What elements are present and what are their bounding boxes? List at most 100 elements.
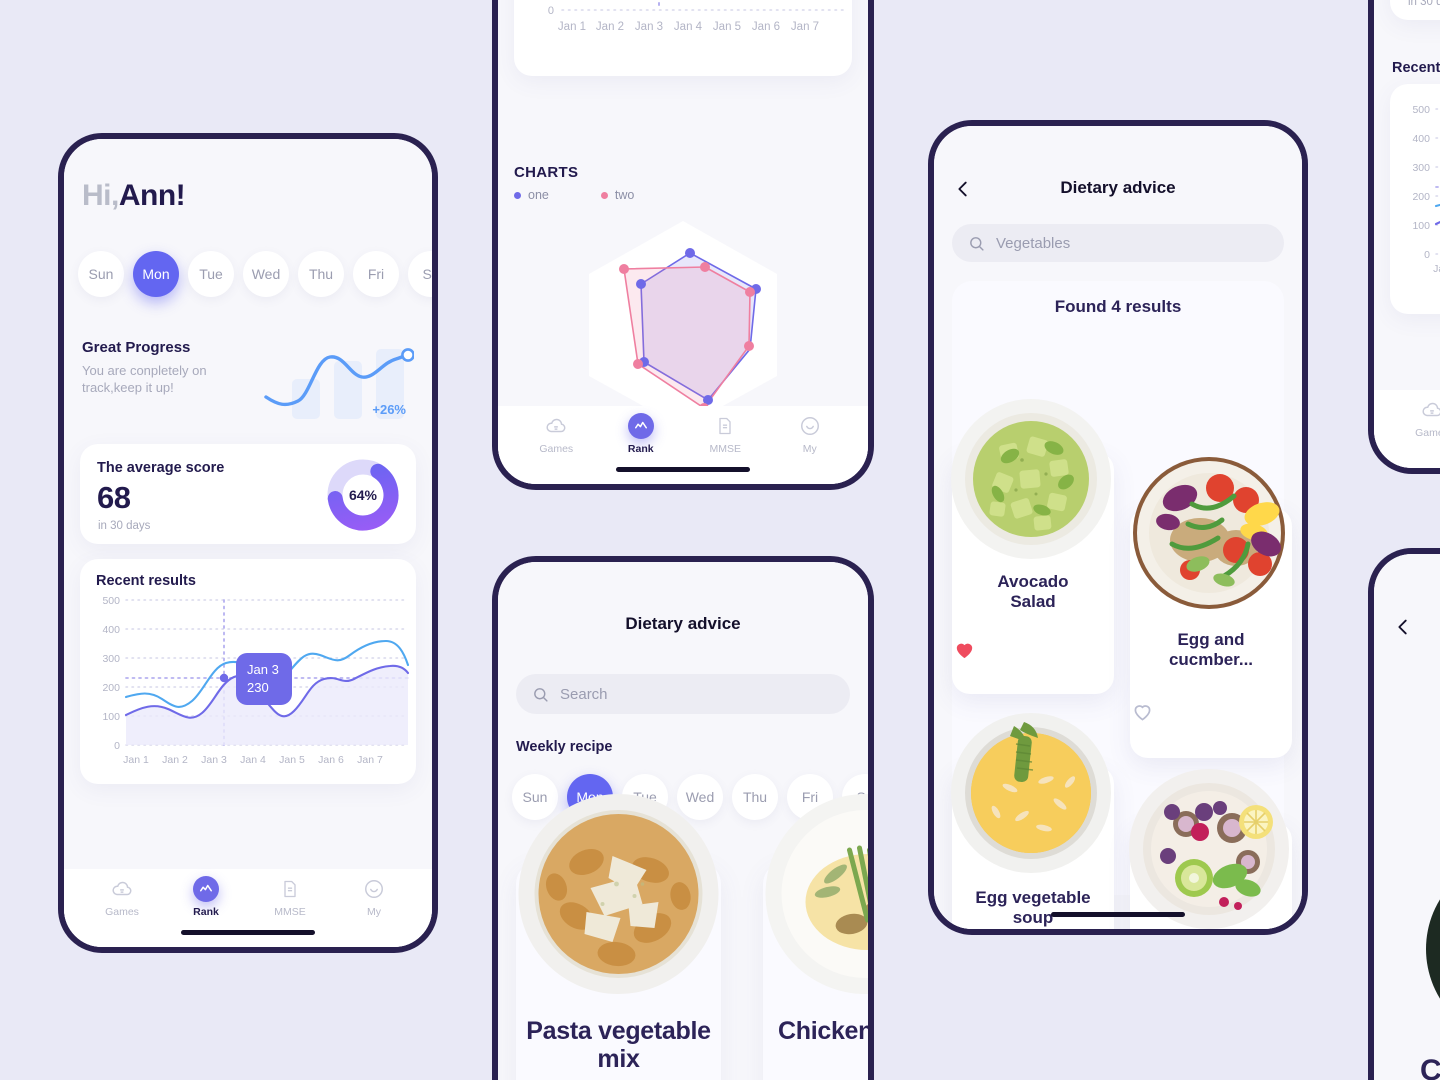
chart-tooltip [236,653,292,705]
result-name-soup: Egg vegetable soup [975,888,1091,927]
svg-text:Jan 7: Jan 7 [791,21,819,33]
svg-text:Jan 2: Jan 2 [162,754,188,766]
nav-item-games-partial[interactable]: Games [1390,397,1440,439]
weekly-recipe-title: Weekly recipe [516,739,613,755]
search-input-results[interactable]: Vegetables [952,224,1284,262]
day-pill-thu[interactable]: Thu [298,251,344,297]
progress-section: Great Progress You are conpletely on tra… [82,339,418,419]
nav-item-games-2[interactable]: Games [514,413,599,455]
day-pill-mon[interactable]: Mon [133,251,179,297]
svg-text:100: 100 [102,711,120,723]
weekly-recipe-list: Pasta vegetable mix Chicken [516,794,868,1080]
svg-text:200: 200 [1412,191,1430,203]
bottom-navigation: Games Rank MMSE My [64,869,432,947]
svg-text:300: 300 [102,653,120,665]
recipe-name-pasta: Pasta vegetable mix [526,1017,711,1073]
average-score-value: 68 [97,480,131,515]
phone-mockup-charts: 300200 1000 Jan [492,0,874,490]
day-selector: Sun Mon Tue Wed Thu Fri Sa [78,251,432,297]
result-name-egg-cucumber: Egg and cucmber... [1168,630,1254,669]
recent-results-chart: 500400 300200 1000 Jan 3 230 Jan 1 Jan 2… [102,595,410,766]
nav-item-rank[interactable]: Rank [164,876,248,918]
svg-text:Jan 1: Jan 1 [558,21,586,33]
avocado-salad-photo [950,398,1112,560]
nav-label-my-2: My [802,443,817,455]
average-score-card-partial: The average score 68 in 30 days [1390,0,1440,20]
recipe-card-chicken[interactable]: Chicken breast [763,794,868,1080]
phone-mockup-partial-home: The average score 68 in 30 days Recent r… [1368,0,1440,474]
results-count: Found 4 results [1054,297,1182,316]
nav-item-my[interactable]: My [332,876,416,918]
back-chevron-icon[interactable] [952,178,974,200]
svg-text:Jan 6: Jan 6 [752,21,780,33]
svg-text:500: 500 [1412,104,1430,116]
legend-label-one: one [528,188,549,202]
nav-label-rank: Rank [193,906,219,918]
recipe-card-pasta[interactable]: Pasta vegetable mix [516,794,721,1080]
day-pill-tue[interactable]: Tue [188,251,234,297]
page-title-dietary: Dietary advice [625,614,741,633]
phone-mockup-dietary-weekly: Dietary advice Search Weekly recipe Sun … [492,556,874,1080]
legend-label-two: two [614,188,635,202]
result-card-avocado[interactable]: Avocado Salad [951,399,1114,694]
svg-text:Jan 1: Jan 1 [123,754,149,766]
rank-chart-icon [627,413,654,439]
result-card-soup[interactable]: Egg vegetable soup [951,713,1114,929]
charts-legend: one two [514,188,634,202]
page-title: Hi,Ann! [82,179,186,213]
heart-outline-icon [1134,705,1151,721]
average-score-period-partial: in 30 days [1408,0,1440,8]
day-pill-sun-2[interactable]: Sun [512,774,558,820]
greeting-prefix: Hi, [82,179,119,212]
tooltip-value: 230 [247,680,269,695]
recent-results-card: Recent results 500 400 300 200 100 0 Jan… [80,559,416,784]
screen-charts: 300200 1000 Jan [498,0,868,484]
mmse-document-icon [712,413,738,439]
screen-home: Hi,Ann! Sun Mon Tue Wed Thu Fri Sa Great… [64,139,432,947]
favorite-heart-avocado[interactable] [952,638,1114,661]
phone-mockup-partial-detail: C [1368,548,1440,1080]
back-chevron-icon[interactable] [1392,616,1414,638]
blueberry-lemon-oatmeal-photo [1128,768,1290,929]
day-pill-fri[interactable]: Fri [353,251,399,297]
nav-item-my-2[interactable]: My [768,413,853,455]
nav-item-mmse-2[interactable]: MMSE [683,413,768,455]
page-title-results: Dietary advice [1060,178,1176,197]
svg-text:200: 200 [102,682,120,694]
home-indicator-2 [616,467,750,472]
bottom-navigation-partial: Games [1374,390,1440,468]
bottom-navigation-2: Games Rank MMSE My [498,406,868,484]
day-pill-sat[interactable]: Sa [408,251,432,297]
svg-text:Jan 1: Jan 1 [1433,263,1440,275]
nav-label-games: Games [105,906,139,918]
heart-filled-icon [956,643,973,659]
egg-vegetable-soup-photo [950,712,1112,874]
day-pill-wed-2[interactable]: Wed [677,774,723,820]
svg-text:0: 0 [1424,249,1430,261]
day-pill-thu-2[interactable]: Thu [732,774,778,820]
svg-text:300: 300 [1412,162,1430,174]
my-smiley-icon [797,413,823,439]
day-pill-wed[interactable]: Wed [243,251,289,297]
day-pill-sun[interactable]: Sun [78,251,124,297]
legend-item-two: two [600,188,635,202]
legend-dot-one [514,191,521,199]
progress-delta: +26% [372,402,406,417]
radar-chart [578,216,788,431]
nav-item-rank-2[interactable]: Rank [599,413,684,455]
search-icon [970,236,984,251]
games-cloud-icon [543,413,569,439]
score-donut-chart: 64% [326,458,400,532]
canvas: 300200 1000 Jan [0,0,1440,1080]
svg-text:Jan 4: Jan 4 [674,21,703,33]
svg-text:100: 100 [1412,220,1430,232]
progress-subtitle: You are conpletely on track,keep it up! [82,363,207,395]
search-input[interactable]: Search [516,674,850,714]
nav-item-games[interactable]: Games [80,876,164,918]
result-card-egg-cucumber[interactable]: Egg and cucmber... [1130,457,1292,758]
nav-label-games-partial: Games [1415,427,1440,439]
favorite-heart-egg-cucumber[interactable] [1130,700,1292,723]
nav-item-mmse[interactable]: MMSE [248,876,332,918]
charts-title: CHARTS [514,164,579,181]
home-indicator [181,930,315,935]
